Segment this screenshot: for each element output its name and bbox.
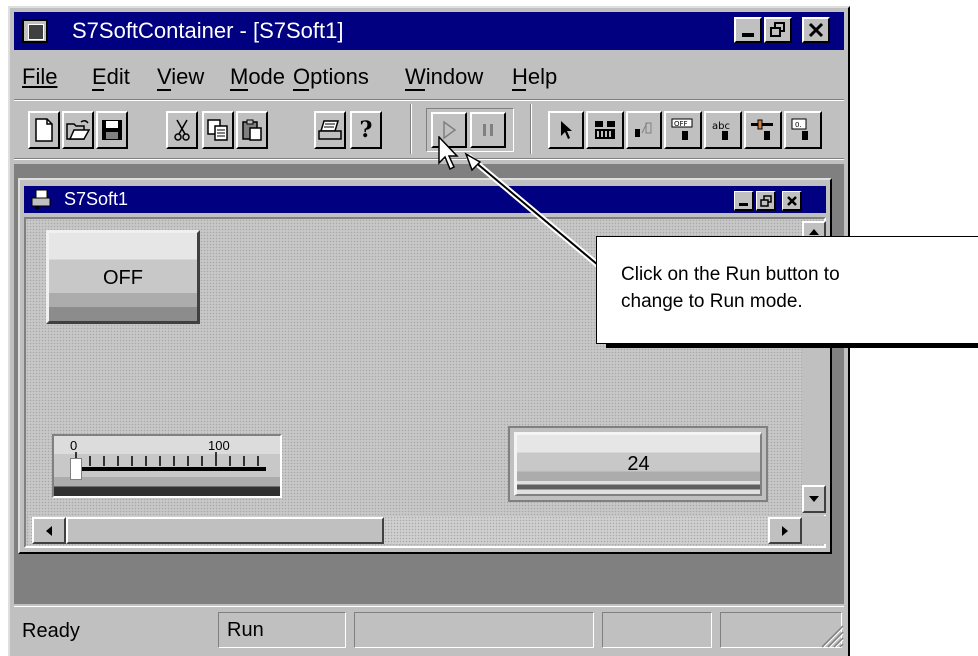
resize-grip-icon[interactable] xyxy=(818,622,844,648)
status-bar-top-line xyxy=(14,606,844,607)
status-ready: Ready xyxy=(22,620,80,642)
status-pane-3 xyxy=(354,612,594,648)
callout-shadow xyxy=(606,344,978,348)
callout-text-line1: Click on the Run button to xyxy=(621,264,840,285)
callout-box xyxy=(596,236,978,344)
status-mode: Run xyxy=(218,612,346,648)
mouse-cursor-icon xyxy=(438,136,459,171)
callout-text-line2: change to Run mode. xyxy=(621,291,803,312)
status-pane-4 xyxy=(602,612,712,648)
